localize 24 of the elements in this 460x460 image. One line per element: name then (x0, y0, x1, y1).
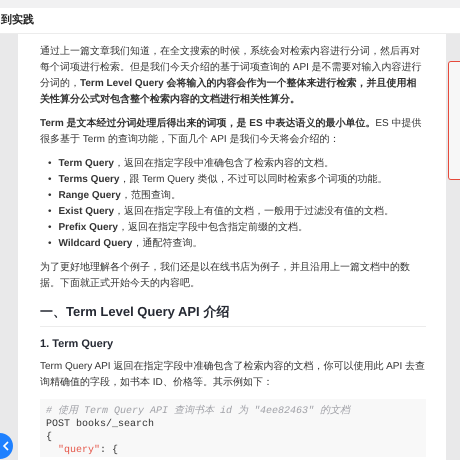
paragraph: Term Query API 返回在指定字段中准确包含了检索内容的文档，你可以使用此 API 去查询精确值的字段，如书本 ID、价格等。其示例如下： (40, 360, 426, 390)
code-line: { (46, 431, 54, 444)
paragraph: 为了更好地理解各个例子，我们还是以在线书店为例子，并且沿用上一篇文档中的数据。下面就正式开始今天的内容吧。 (40, 260, 411, 291)
code-line: # 使用 Term Query API 查询书本 id 为 "4ee82463" 的文档 (46, 405, 352, 418)
chevron-icon (3, 441, 9, 451)
list-item: Term Query，返回在指定字段中准确包含了检索内容的文档。 (58, 156, 334, 171)
paragraph: 通过上一篇文章我们知道，在全文搜索的时候，系统会对检索内容进行分词，然后再对每个词项进行检索。但是我们今天介绍的基于词项查询的 API 是不需要对输入内容进行分词的，Term Level Query 会将输入的内容会作为一个整体来进行检索，并且使用相关性算分公式对包含整个检索内容的文档进行相关性算分。 (40, 44, 423, 107)
bullet: • (48, 205, 52, 219)
header-title: 到实践 (1, 12, 34, 28)
section-heading: 一、Term Level Query API 介绍 (40, 304, 426, 327)
paragraph: Term 是文本经过分词处理后得出来的词项，是 ES 中表达语义的最小单位。ES 中提供很多基于 Term 的查询功能，下面几个 API 是我们今天将会介绍的： (40, 116, 423, 147)
code-line: POST books/_search (46, 418, 156, 431)
bullet: • (48, 237, 52, 251)
list-item: Prefix Query，返回在指定字段中包含指定前缀的文档。 (58, 220, 308, 235)
code-line: "query": { (57, 444, 120, 457)
bullet: • (48, 221, 52, 235)
subsection-heading: 1. Term Query (40, 337, 114, 351)
list-item: Terms Query，跟 Term Query 类似，不过可以同时检索多个词项的功能。 (58, 172, 388, 187)
list-item: Exist Query，返回在指定字段上有值的文档，一般用于过滤没有值的文档。 (58, 204, 394, 219)
bullet: • (48, 189, 52, 203)
bullet: • (48, 157, 52, 171)
list-item: Wildcard Query，通配符查询。 (58, 236, 202, 251)
list-item: Range Query，范围查询。 (58, 188, 181, 203)
bullet: • (48, 173, 52, 187)
